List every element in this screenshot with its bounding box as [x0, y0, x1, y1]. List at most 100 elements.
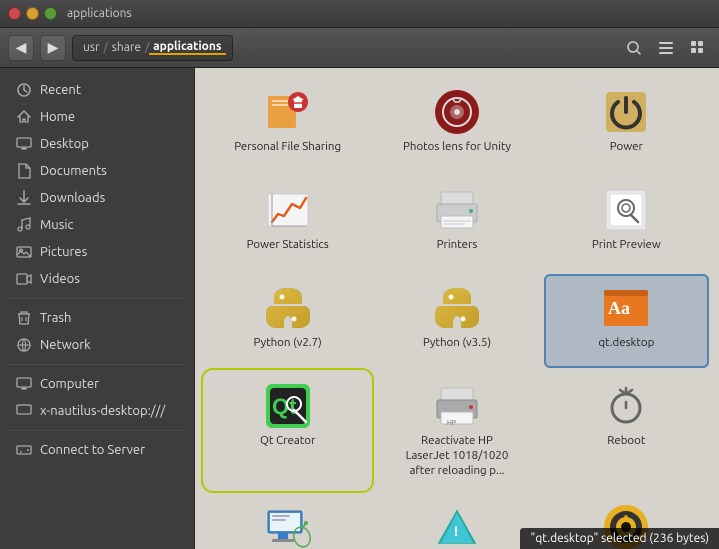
sidebar-item-pictures[interactable]: Pictures — [4, 239, 190, 265]
connect-server-icon — [16, 442, 32, 458]
app-item-report-problem[interactable]: ! Report a problem... — [376, 495, 537, 549]
sidebar-label-xnautilus: x-nautilus-desktop:/// — [40, 404, 165, 418]
app-item-qt-desktop[interactable]: Aa qt.desktop — [546, 276, 707, 366]
documents-icon — [16, 163, 32, 179]
videos-icon — [16, 271, 32, 287]
photos-lens-unity-icon — [433, 88, 481, 136]
xnautilus-icon — [16, 403, 32, 419]
grid-view-button[interactable] — [685, 35, 711, 61]
titlebar: applications — [0, 0, 719, 28]
python35-icon — [433, 284, 481, 332]
minimize-button[interactable] — [26, 7, 39, 20]
report-problem-icon: ! — [433, 503, 481, 549]
sidebar-item-xnautilus[interactable]: x-nautilus-desktop:/// — [4, 398, 190, 424]
svg-text:Aa: Aa — [608, 298, 630, 318]
statusbar: "qt.desktop" selected (236 bytes) — [520, 528, 719, 549]
breadcrumb-usr[interactable]: usr — [79, 41, 104, 54]
computer-icon — [16, 376, 32, 392]
breadcrumb-applications[interactable]: applications — [149, 40, 225, 55]
list-view-button[interactable] — [653, 35, 679, 61]
pictures-icon — [16, 244, 32, 260]
sidebar-item-recent[interactable]: Recent — [4, 77, 190, 103]
sidebar-label-documents: Documents — [40, 164, 107, 178]
remmina-icon — [264, 503, 312, 549]
sidebar-item-documents[interactable]: Documents — [4, 158, 190, 184]
sidebar-item-trash[interactable]: Trash — [4, 305, 190, 331]
personal-file-sharing-icon — [264, 88, 312, 136]
breadcrumb-share[interactable]: share — [108, 41, 145, 54]
app-item-power-statistics[interactable]: Power Statistics — [207, 178, 368, 268]
print-preview-icon — [602, 186, 650, 234]
svg-text:!: ! — [454, 523, 458, 539]
sidebar-sep-2 — [8, 364, 186, 365]
app-label-python27: Python (v2.7) — [254, 336, 322, 351]
home-icon — [16, 109, 32, 125]
sidebar-label-desktop: Desktop — [40, 137, 89, 151]
sidebar-item-home[interactable]: Home — [4, 104, 190, 130]
sidebar-sep-3 — [8, 430, 186, 431]
app-item-python35[interactable]: Python (v3.5) — [376, 276, 537, 366]
sidebar-label-computer: Computer — [40, 377, 99, 391]
forward-button[interactable]: ▶ — [40, 35, 66, 61]
sidebar-label-downloads: Downloads — [40, 191, 105, 205]
app-label-power: Power — [610, 140, 643, 155]
window-title: applications — [67, 7, 132, 20]
power-icon — [602, 88, 650, 136]
app-item-personal-file-sharing[interactable]: Personal File Sharing — [207, 80, 368, 170]
titlebar-buttons — [8, 7, 57, 20]
app-label-qt-desktop: qt.desktop — [598, 336, 654, 351]
toolbar: ◀ ▶ usr / share / applications — [0, 28, 719, 68]
app-item-reactivate-hp[interactable]: HP Reactivate HP LaserJet 1018/1020 afte… — [376, 374, 537, 487]
sidebar-item-desktop[interactable]: Desktop — [4, 131, 190, 157]
app-grid: Personal File Sharing Photos lens for Un… — [207, 80, 707, 549]
sidebar-item-music[interactable]: Music — [4, 212, 190, 238]
printers-icon — [433, 186, 481, 234]
power-statistics-icon — [264, 186, 312, 234]
sidebar-item-network[interactable]: Network — [4, 332, 190, 358]
music-icon — [16, 217, 32, 233]
search-button[interactable] — [621, 35, 647, 61]
maximize-button[interactable] — [44, 7, 57, 20]
app-item-printers[interactable]: Printers — [376, 178, 537, 268]
app-item-photos-lens-unity[interactable]: Photos lens for Unity — [376, 80, 537, 170]
app-label-power-statistics: Power Statistics — [247, 238, 329, 253]
app-label-print-preview: Print Preview — [592, 238, 661, 253]
app-item-python27[interactable]: Python (v2.7) — [207, 276, 368, 366]
close-button[interactable] — [8, 7, 21, 20]
app-item-reboot[interactable]: Reboot — [546, 374, 707, 487]
breadcrumb: usr / share / applications — [72, 35, 233, 61]
recent-icon — [16, 82, 32, 98]
svg-text:HP: HP — [447, 419, 456, 427]
sidebar-label-home: Home — [40, 110, 75, 124]
sidebar-label-videos: Videos — [40, 272, 80, 286]
back-button[interactable]: ◀ — [8, 35, 34, 61]
sidebar: Recent Home Desktop — [0, 68, 195, 549]
sidebar-label-pictures: Pictures — [40, 245, 87, 259]
sidebar-label-music: Music — [40, 218, 74, 232]
downloads-icon — [16, 190, 32, 206]
app-label-printers: Printers — [437, 238, 478, 253]
reactivate-hp-icon: HP — [433, 382, 481, 430]
app-label-personal-file-sharing: Personal File Sharing — [234, 140, 341, 155]
app-label-qt-creator: Qt Creator — [260, 434, 315, 449]
qt-creator-icon: Qt — [264, 382, 312, 430]
qt-desktop-icon: Aa — [602, 284, 650, 332]
sidebar-label-recent: Recent — [40, 83, 81, 97]
sidebar-item-downloads[interactable]: Downloads — [4, 185, 190, 211]
app-item-power[interactable]: Power — [546, 80, 707, 170]
sidebar-label-network: Network — [40, 338, 91, 352]
content-area: Personal File Sharing Photos lens for Un… — [195, 68, 719, 549]
app-item-qt-creator[interactable]: Qt Qt Creator — [207, 374, 368, 487]
app-label-reboot: Reboot — [607, 434, 645, 449]
sidebar-item-computer[interactable]: Computer — [4, 371, 190, 397]
app-label-python35: Python (v3.5) — [423, 336, 491, 351]
app-item-remmina[interactable]: Remmina — [207, 495, 368, 549]
trash-icon — [16, 310, 32, 326]
statusbar-text: "qt.desktop" selected (236 bytes) — [530, 532, 709, 545]
desktop-icon — [16, 136, 32, 152]
app-item-print-preview[interactable]: Print Preview — [546, 178, 707, 268]
app-label-reactivate-hp: Reactivate HP LaserJet 1018/1020 after r… — [402, 434, 512, 479]
main-layout: Recent Home Desktop — [0, 68, 719, 549]
sidebar-item-connect-server[interactable]: Connect to Server — [4, 437, 190, 463]
sidebar-item-videos[interactable]: Videos — [4, 266, 190, 292]
